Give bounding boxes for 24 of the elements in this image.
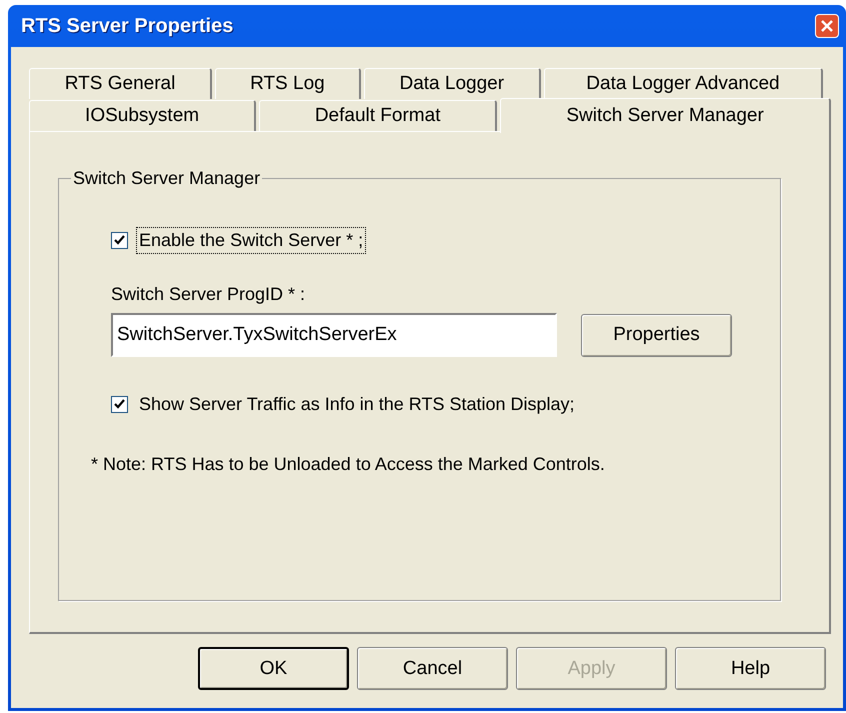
window-title: RTS Server Properties: [21, 14, 234, 38]
dialog-button[interactable]: Cancel: [357, 647, 508, 690]
dialog-button[interactable]: OK: [198, 647, 349, 690]
tab[interactable]: Data Logger: [364, 68, 541, 99]
close-icon: [820, 19, 834, 33]
field-label: Switch Server ProgID * :: [111, 284, 306, 305]
checkbox-label[interactable]: Enable the Switch Server * ;: [136, 227, 366, 254]
tab[interactable]: RTS Log: [215, 68, 361, 99]
checkmark-icon: [114, 399, 125, 410]
tab[interactable]: IOSubsystem: [29, 100, 256, 131]
tab[interactable]: Data Logger Advanced: [544, 68, 824, 99]
tab[interactable]: RTS General: [29, 68, 212, 99]
checkmark-icon: [114, 235, 125, 246]
tab[interactable]: Switch Server Manager: [500, 98, 831, 133]
progid-field[interactable]: SwitchServer.TyxSwitchServerEx: [111, 313, 557, 357]
group-title: Switch Server Manager: [72, 168, 262, 189]
dialog-button[interactable]: Help: [675, 647, 826, 690]
properties-button[interactable]: Properties: [581, 314, 732, 356]
note-text: * Note: RTS Has to be Unloaded to Access the Marked Controls.: [91, 454, 606, 475]
close-button[interactable]: [815, 14, 839, 38]
tab[interactable]: Default Format: [259, 100, 498, 131]
checkbox[interactable]: [111, 232, 128, 249]
checkbox[interactable]: [111, 396, 128, 413]
checkbox-label[interactable]: Show Server Traffic as Info in the RTS Station Display;: [136, 391, 578, 418]
